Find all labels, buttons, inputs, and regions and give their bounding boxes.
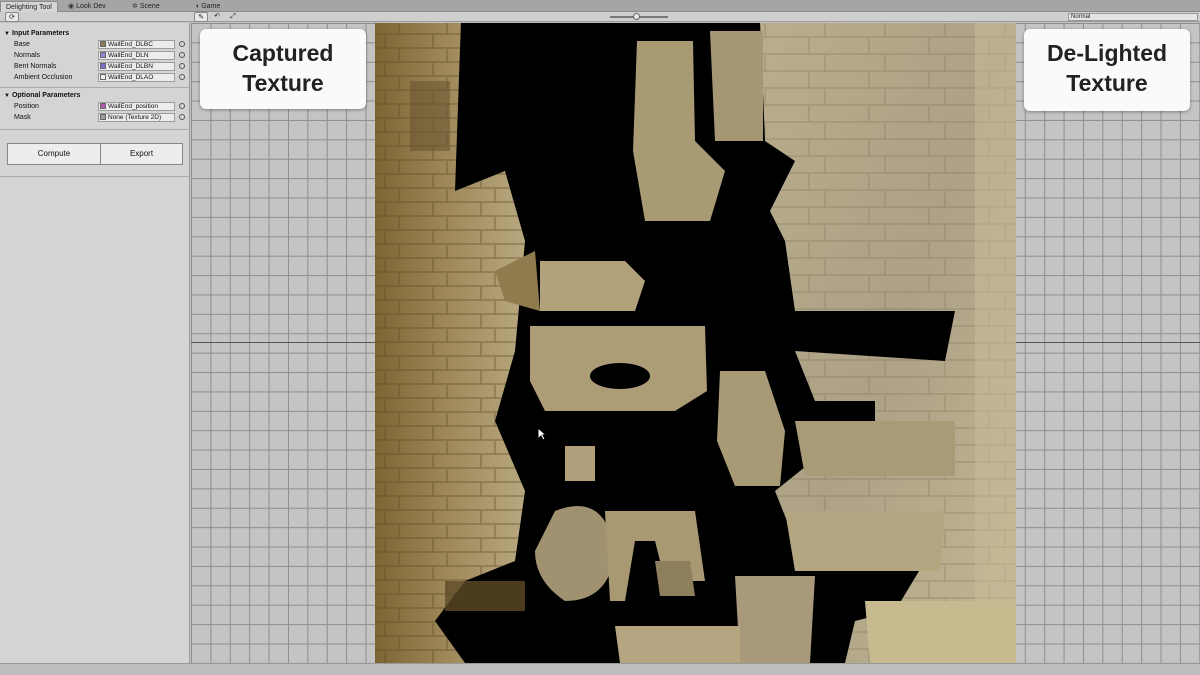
bent-normals-label: Bent Normals [14,63,57,70]
tab-label: Look Dev [76,3,106,10]
object-picker-icon[interactable] [179,63,185,69]
field-value: WallEnd_DLN [108,52,149,59]
field-value: WallEnd_DLBN [108,63,153,70]
wall-texture-preview[interactable] [375,23,1016,663]
game-icon: ◖ [195,3,200,10]
object-picker-icon[interactable] [179,114,185,120]
foldout-arrow-icon: ▼ [4,93,10,99]
fit-view-icon[interactable]: ⤢ [226,12,240,22]
delighting-parameters-panel: ▼ Input Parameters Base WallEnd_DLBC Norm… [0,23,190,663]
callout-line: Texture [242,70,324,96]
captured-texture-callout: Captured Texture [200,29,366,109]
section-divider [0,87,190,88]
object-picker-icon[interactable] [179,52,185,58]
ambient-occlusion-label: Ambient Occlusion [14,74,73,81]
texture-thumbnail-icon [100,114,106,120]
normals-label: Normals [14,52,41,59]
input-parameters-header[interactable]: ▼ Input Parameters [4,30,69,37]
object-picker-icon[interactable] [179,103,185,109]
normals-texture-field[interactable]: WallEnd_DLN [98,51,175,60]
section-divider [0,129,190,130]
callout-line: De-Lighted [1046,40,1168,66]
texture-image [375,23,1016,663]
texture-thumbnail-icon [100,41,106,47]
scene-icon: ✲ [132,3,138,10]
callout-line: Texture [1066,70,1148,96]
tab-look-dev[interactable]: ◉ Look Dev [63,1,111,12]
export-button[interactable]: Export [100,143,183,165]
field-value: WallEnd_DLAO [108,74,154,81]
bent-normals-texture-field[interactable]: WallEnd_DLBN [98,62,175,71]
field-value: WallEnd_DLBC [108,41,153,48]
tab-label: Delighting Tool [6,4,52,11]
optional-parameters-header[interactable]: ▼ Optional Parameters [4,92,80,99]
zoom-slider-handle[interactable] [633,13,640,20]
tab-label: Game [201,3,221,10]
section-title: Optional Parameters [11,92,81,99]
callout-line: Captured [232,40,334,66]
tab-scene[interactable]: ✲ Scene [127,1,165,12]
editor-tab-bar: Delighting Tool ◉ Look Dev ✲ Scene ◖ Game [0,0,1200,12]
delighted-texture-callout: De-Lighted Texture [1024,29,1190,111]
position-label: Position [14,103,39,110]
position-texture-field[interactable]: WallEnd_position [98,102,175,111]
mask-label: Mask [14,114,31,121]
render-mode-dropdown[interactable]: Normal [1068,13,1198,21]
tab-label: Scene [139,3,160,10]
section-title: Input Parameters [11,30,70,37]
section-divider [0,176,190,177]
texture-thumbnail-icon [100,74,106,80]
field-value: WallEnd_position [108,103,158,110]
base-texture-field[interactable]: WallEnd_DLBC [98,40,175,49]
object-picker-icon[interactable] [179,41,185,47]
texture-thumbnail-icon [100,63,106,69]
field-value: None (Texture 2D) [108,114,162,121]
tab-game[interactable]: ◖ Game [190,1,225,12]
compute-button[interactable]: Compute [7,143,101,165]
status-bar [0,663,1200,675]
mouse-pointer-icon [537,427,547,441]
mask-texture-field[interactable]: None (Texture 2D) [98,113,175,122]
texture-thumbnail-icon [100,52,106,58]
refresh-icon[interactable]: ⟳ [5,12,19,22]
texture-preview-viewport[interactable]: Captured Texture De-Lighted Texture [191,23,1200,663]
object-picker-icon[interactable] [179,74,185,80]
texture-thumbnail-icon [100,103,106,109]
foldout-arrow-icon: ▼ [4,31,10,37]
undo-icon[interactable]: ↶ [210,12,224,22]
tab-delighting-tool[interactable]: Delighting Tool [0,1,58,12]
base-label: Base [14,41,30,48]
ambient-occlusion-texture-field[interactable]: WallEnd_DLAO [98,73,175,82]
eyedropper-icon[interactable]: ✎ [194,12,208,22]
lookdev-icon: ◉ [68,3,75,10]
viewport-toolbar: ⟳ ✎ ↶ ⤢ Normal [0,12,1200,22]
